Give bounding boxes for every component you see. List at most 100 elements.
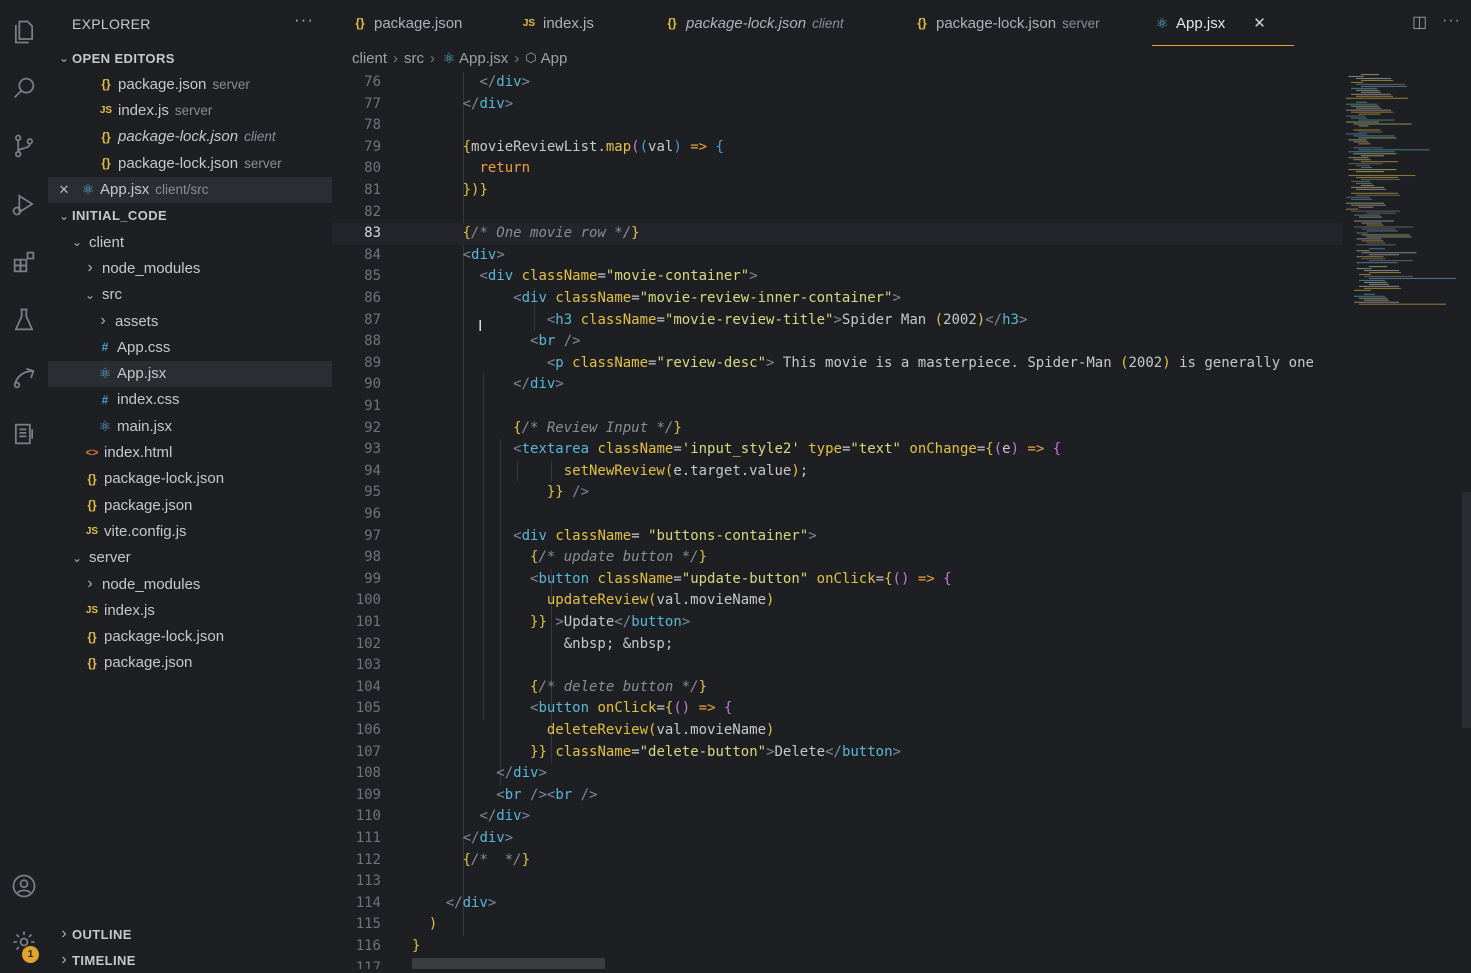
file-item[interactable]: {} package.json (48, 492, 366, 518)
search-icon[interactable] (0, 64, 48, 112)
extensions-icon[interactable] (0, 238, 48, 286)
code-line[interactable]: 104 {/* delete button */} (332, 677, 1342, 699)
code-line[interactable]: 109 <br /><br /> (332, 785, 1342, 807)
more-actions-icon[interactable]: ··· (1442, 12, 1461, 30)
code-line[interactable]: 101 }} >Update</button> (332, 612, 1342, 634)
accounts-icon[interactable] (0, 862, 48, 910)
code-line[interactable]: 85 <div className="movie-container"> (332, 266, 1342, 288)
minimap[interactable] (1344, 70, 1464, 320)
minimap-line (1353, 129, 1381, 131)
file-item[interactable]: <> index.html (48, 440, 366, 466)
more-actions-icon[interactable]: ··· (294, 10, 314, 30)
file-item[interactable]: ⚛ App.jsx (48, 360, 379, 387)
code-line[interactable]: 111 </div> (332, 828, 1342, 850)
folder-item[interactable]: ⌄ server (48, 545, 353, 571)
code-line[interactable]: 98 {/* update button */} (332, 547, 1342, 569)
code-line[interactable]: 83 {/* One movie row */} (332, 223, 1342, 245)
code-line[interactable]: 106 deleteReview(val.movieName) (332, 720, 1342, 742)
code-line[interactable]: 92 {/* Review Input */} (332, 418, 1342, 440)
code-line[interactable]: 97 <div className= "buttons-container"> (332, 526, 1342, 548)
open-editors-section[interactable]: ⌄ OPEN EDITORS (48, 45, 340, 71)
close-icon[interactable]: ✕ (54, 182, 74, 198)
folder-item[interactable]: › node_modules (48, 571, 366, 597)
tab-package-json[interactable]: {} package.json (350, 0, 462, 46)
breadcrumb-item[interactable]: src (404, 50, 424, 67)
code-line[interactable]: 114 </div> (332, 893, 1342, 915)
folder-item[interactable]: › assets (48, 308, 379, 334)
vertical-scrollbar[interactable] (1462, 492, 1471, 728)
code-line[interactable]: 107 }} className="delete-button">Delete<… (332, 742, 1342, 764)
code-line[interactable]: 102 &nbsp; &nbsp; (332, 634, 1342, 656)
code-line[interactable]: 76 </div> (332, 72, 1342, 94)
line-text: <h3 className="movie-review-title">Spide… (546, 311, 1028, 328)
code-line[interactable]: 81 })} (332, 180, 1342, 202)
folder-item[interactable]: ⌄ client (48, 229, 353, 255)
open-editor-item[interactable]: ✕ ⚛ App.jsx client/src (48, 176, 362, 203)
open-editor-item[interactable]: {} package-lock.json server (48, 150, 362, 176)
code-line[interactable]: 79 {movieReviewList.map((val) => { (332, 137, 1342, 159)
code-line[interactable]: 94 setNewReview(e.target.value); (332, 461, 1342, 483)
testing-icon[interactable] (0, 296, 48, 344)
outline-section[interactable]: › OUTLINE (48, 921, 340, 947)
source-control-icon[interactable] (0, 122, 48, 170)
timeline-section[interactable]: › TIMELINE (48, 947, 340, 973)
tab-index-js[interactable]: JS index.js (519, 0, 594, 46)
workspace-section[interactable]: ⌄ INITIAL_CODE (48, 203, 340, 229)
folder-item[interactable]: › node_modules (48, 255, 366, 281)
code-line[interactable]: 96 (332, 504, 1342, 526)
breadcrumb-item[interactable]: App.jsx (459, 50, 508, 67)
code-line[interactable]: 116} (332, 936, 1342, 958)
code-line[interactable]: 84 <div> (332, 245, 1342, 267)
code-line[interactable]: 82 (332, 202, 1342, 224)
file-item[interactable]: {} package-lock.json (48, 466, 366, 492)
files-icon[interactable] (0, 8, 48, 56)
file-item[interactable]: JS vite.config.js (48, 518, 366, 544)
minimap-line (1361, 240, 1384, 242)
breadcrumb-item[interactable]: client (352, 50, 387, 67)
code-line[interactable]: 93 <textarea className='input_style2' ty… (332, 439, 1342, 461)
code-line[interactable]: 78 (332, 115, 1342, 137)
docker-icon[interactable] (0, 410, 48, 458)
file-item[interactable]: {} package.json (48, 650, 366, 676)
horizontal-scrollbar[interactable] (412, 958, 605, 969)
folder-item[interactable]: ⌄ src (48, 282, 366, 308)
open-editor-item[interactable]: {} package-lock.json client (48, 124, 362, 150)
split-editor-icon[interactable]: ◫ (1412, 12, 1427, 32)
code-line[interactable]: 113 (332, 871, 1342, 893)
code-line[interactable]: 115 ) (332, 914, 1342, 936)
file-item[interactable]: # App.css (48, 334, 379, 360)
code-line[interactable]: 110 </div> (332, 806, 1342, 828)
close-icon[interactable]: ✕ (1253, 14, 1266, 32)
breadcrumb: client › src › ⚛ App.jsx › ⬡ App (352, 48, 567, 68)
code-line[interactable]: 90 </div> (332, 374, 1342, 396)
code-line[interactable]: 88 <br /> (332, 331, 1342, 353)
code-line[interactable]: 86 <div className="movie-review-inner-co… (332, 288, 1342, 310)
file-item[interactable]: # index.css (48, 387, 379, 413)
code-line[interactable]: 108 </div> (332, 763, 1342, 785)
code-line[interactable]: 89 <p className="review-desc"> This movi… (332, 353, 1342, 375)
open-editor-item[interactable]: {} package.json server (48, 71, 362, 97)
breadcrumb-item[interactable]: App (541, 50, 568, 67)
file-item[interactable]: JS index.js (48, 597, 366, 623)
code-line[interactable]: 100 updateReview(val.movieName) (332, 590, 1342, 612)
tab-App-jsx[interactable]: ⚛ App.jsx ✕ (1152, 0, 1294, 46)
code-line[interactable]: 105 <button onClick={() => { (332, 698, 1342, 720)
code-editor[interactable]: 76 </div> 77 </div> 78 79 {movieReviewList.… (332, 72, 1342, 969)
code-line[interactable]: 91 (332, 396, 1342, 418)
tab-package-lock-json[interactable]: {} package-lock.json server (912, 0, 1099, 46)
code-line[interactable]: 77 </div> (332, 94, 1342, 116)
html-file-icon: <> (85, 446, 99, 459)
remote-explorer-icon[interactable] (0, 354, 48, 402)
file-item[interactable]: ⚛ main.jsx (48, 413, 379, 439)
code-line[interactable]: 95 }} /> (332, 482, 1342, 504)
open-editor-item[interactable]: JS index.js server (48, 98, 362, 124)
file-item[interactable]: {} package-lock.json (48, 624, 366, 650)
code-line[interactable]: 103 (332, 655, 1342, 677)
code-line[interactable]: 112 {/* */} (332, 850, 1342, 872)
code-line[interactable]: 87 <h3 className="movie-review-title">Sp… (332, 310, 1342, 332)
line-text: <p className="review-desc"> This movie i… (546, 354, 1314, 371)
tab-package-lock-json[interactable]: {} package-lock.json client (662, 0, 843, 46)
code-line[interactable]: 80 return (332, 158, 1342, 180)
run-debug-icon[interactable] (0, 180, 48, 228)
code-line[interactable]: 99 <button className="update-button" onC… (332, 569, 1342, 591)
